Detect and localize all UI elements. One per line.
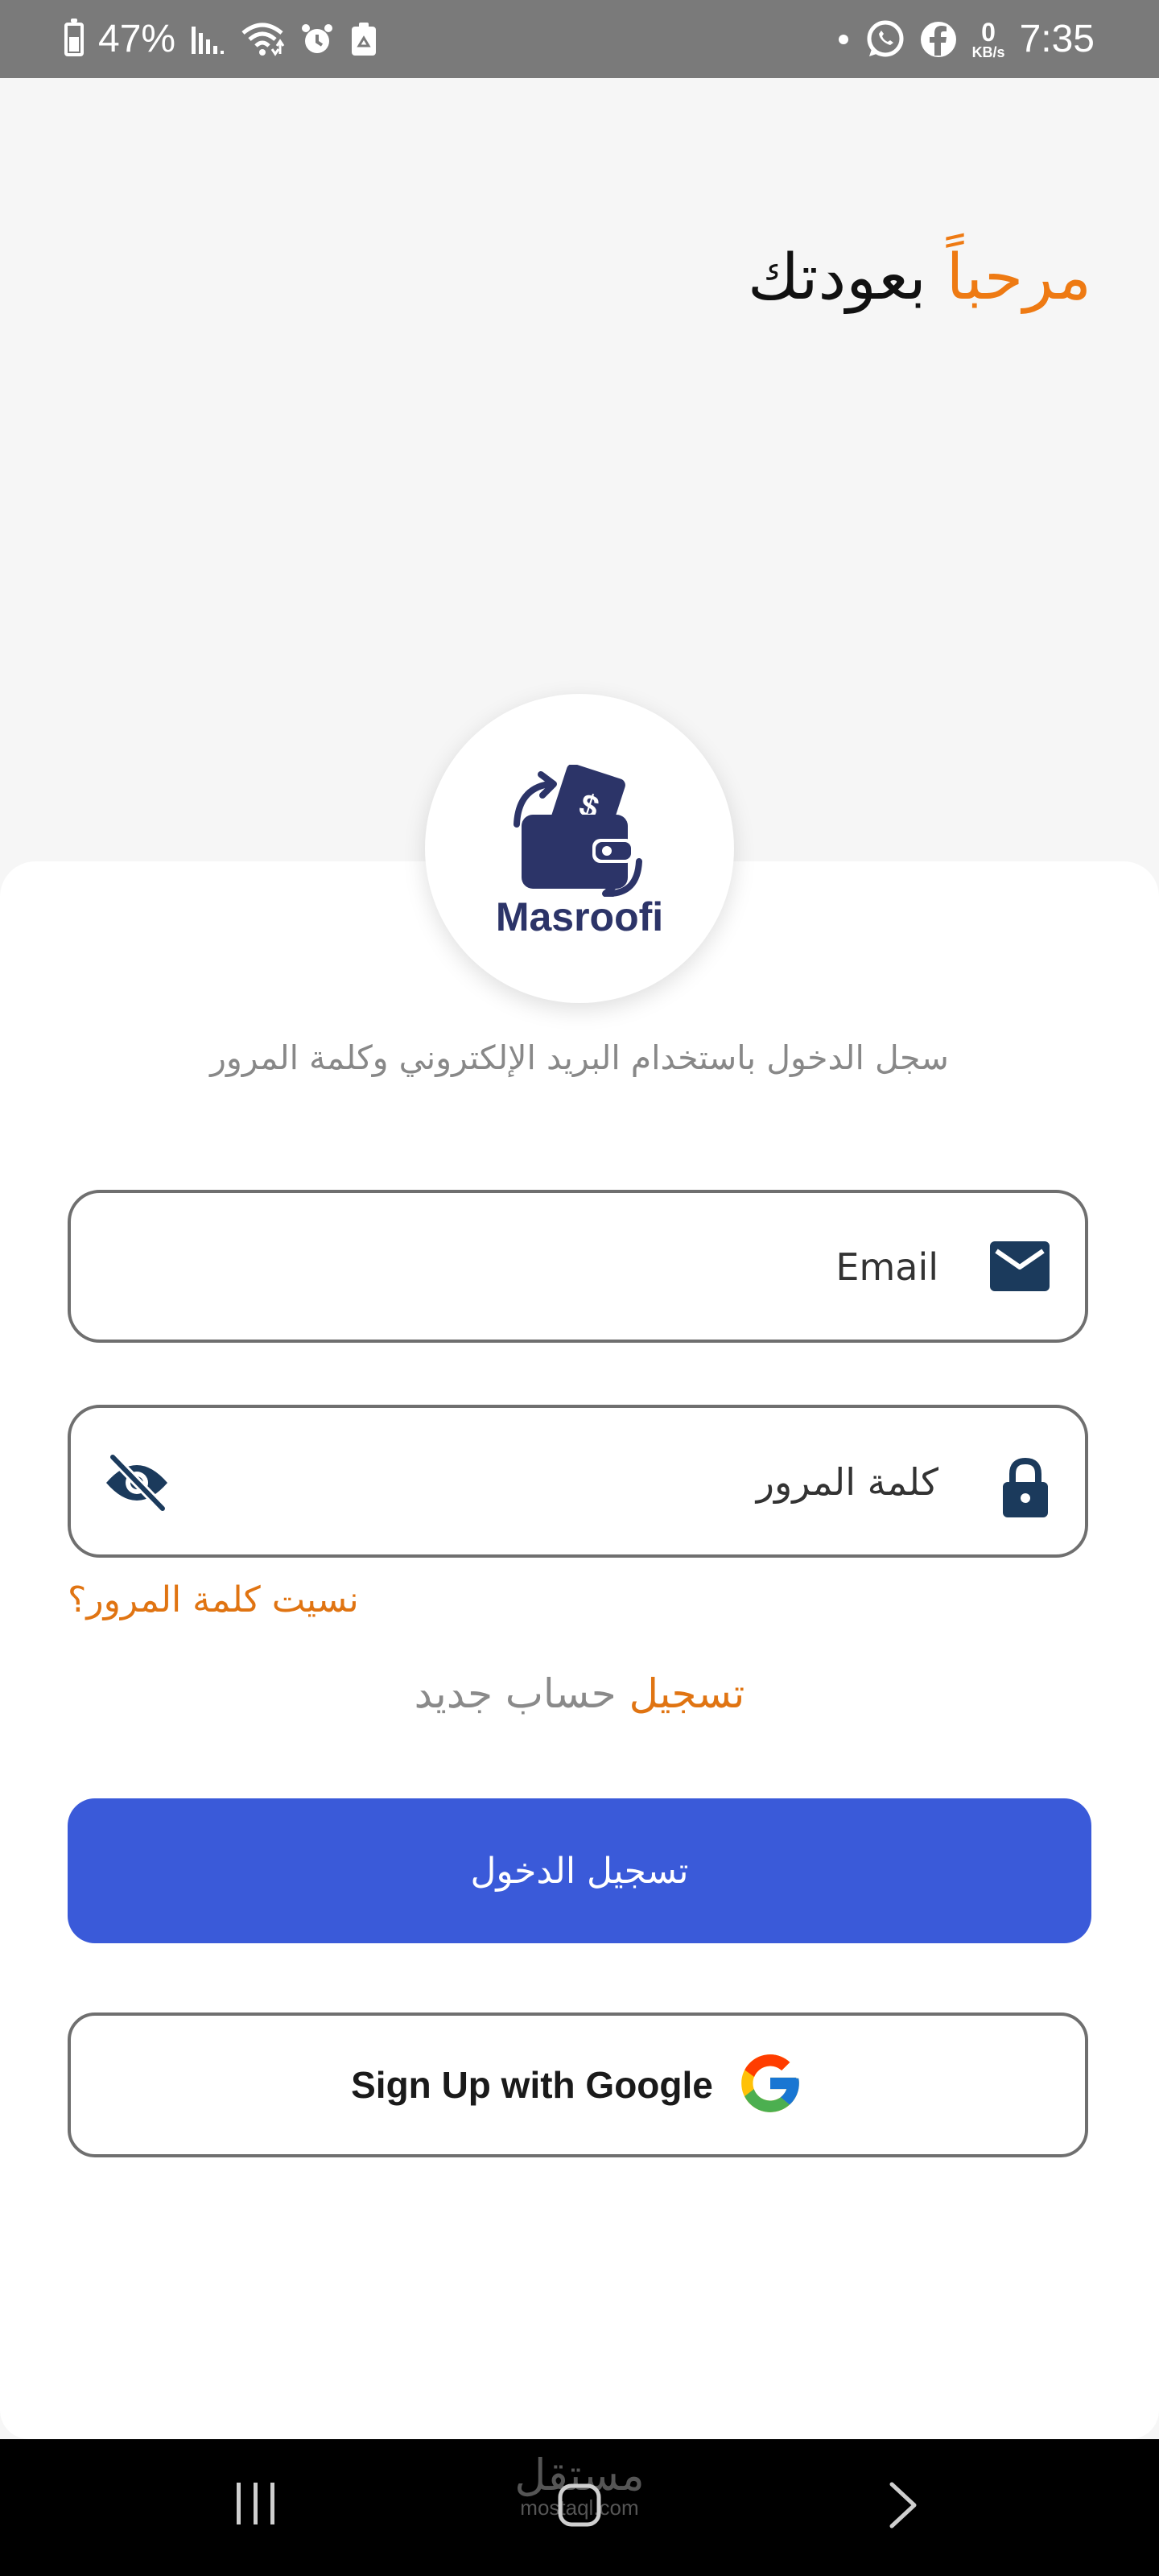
login-button[interactable]: تسجيل الدخول bbox=[68, 1798, 1091, 1943]
mail-icon bbox=[990, 1241, 1050, 1294]
network-speed: 0 KB/s bbox=[972, 19, 1005, 60]
recycle-icon bbox=[349, 22, 378, 57]
welcome-rest: بعودتك bbox=[748, 242, 926, 314]
register-prompt: تسجيل حساب جديد bbox=[241, 1670, 918, 1717]
recents-icon[interactable] bbox=[233, 2479, 278, 2531]
home-icon[interactable] bbox=[555, 2481, 604, 2533]
back-icon[interactable] bbox=[885, 2479, 921, 2534]
password-field[interactable] bbox=[68, 1405, 1088, 1558]
wallet-icon: $ bbox=[514, 763, 645, 906]
facebook-icon bbox=[919, 20, 958, 59]
system-nav-bar: مستقل mostaql.com bbox=[0, 2439, 1159, 2576]
app-logo: $ Masroofi bbox=[425, 694, 734, 1003]
lock-icon bbox=[1001, 1456, 1050, 1522]
google-icon bbox=[736, 2049, 805, 2121]
email-input[interactable] bbox=[232, 1233, 940, 1301]
logo-text: Masroofi bbox=[495, 894, 664, 939]
register-text: حساب جديد bbox=[414, 1670, 617, 1717]
dot-icon bbox=[837, 33, 850, 46]
email-field[interactable] bbox=[68, 1190, 1088, 1343]
battery-level: 47% bbox=[98, 17, 176, 60]
forgot-password-link[interactable]: نسيت كلمة المرور؟ bbox=[68, 1579, 359, 1620]
wifi-icon bbox=[240, 22, 285, 57]
login-card bbox=[0, 861, 1159, 2439]
status-bar-right: 0 KB/s 7:35 bbox=[837, 0, 1095, 78]
register-link[interactable]: تسجيل bbox=[629, 1670, 745, 1717]
whatsapp-icon bbox=[864, 19, 905, 60]
network-speed-unit: KB/s bbox=[971, 43, 1005, 60]
signal-icon bbox=[190, 22, 225, 57]
status-bar: 47% 0 KB/s 7:35 bbox=[0, 0, 1159, 78]
status-time: 7:35 bbox=[1019, 17, 1095, 60]
battery-icon bbox=[64, 18, 84, 56]
eye-off-icon[interactable] bbox=[103, 1452, 171, 1517]
google-signup-label: Sign Up with Google bbox=[351, 2064, 713, 2106]
google-signup-button[interactable]: Sign Up with Google bbox=[68, 2013, 1088, 2157]
alarm-icon bbox=[299, 22, 335, 57]
password-input[interactable] bbox=[232, 1448, 940, 1516]
status-bar-left: 47% bbox=[64, 0, 378, 78]
network-speed-value: 0 bbox=[981, 17, 996, 47]
welcome-highlight: مرحباً bbox=[946, 242, 1091, 314]
page-title: مرحباً بعودتك bbox=[748, 242, 1091, 314]
login-subtitle: سجل الدخول باستخدام البريد الإلكتروني وك… bbox=[210, 1038, 949, 1077]
